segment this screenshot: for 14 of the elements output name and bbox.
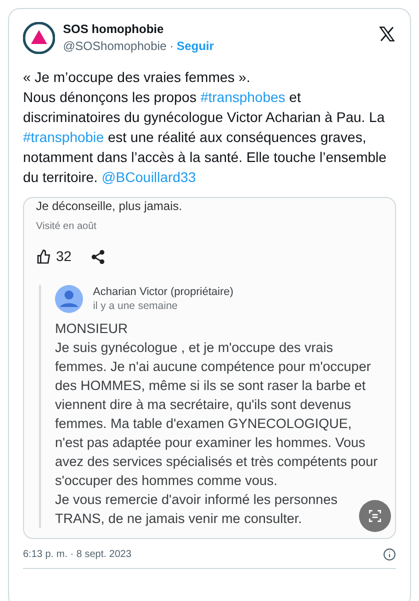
reply-text: MONSIEUR (55, 320, 129, 338)
author-name[interactable]: SOS homophobie (63, 21, 214, 38)
reply-author: Acharian Victor (propriétaire) (93, 285, 234, 299)
author-handle[interactable]: @SOShomophobie (63, 38, 167, 55)
timestamp[interactable]: 6:13 p. m. · 8 sept. 2023 (23, 547, 132, 562)
review-text: Je déconseille, plus jamais. (36, 199, 184, 213)
reply-text: Je vous remercie d'avoir informé les personnes TRANS, de ne jamais venir me consulter. (55, 491, 338, 528)
reply-time: il y a une semaine (93, 299, 179, 313)
tweet-text: Nous dénonçons les propos #transphobes et discriminatoires du gynécologue Victor Acharian à Pau. La #transphobie est une réalité aux conséquences graves, notamment dans l’accès à la santé. Elle touche l’ensemble du territoire. @BCouillard33 (23, 88, 388, 187)
separator: · (170, 38, 174, 55)
reply-text: Je suis gynécologue , et je m'occupe des vrais femmes. Je n'ai aucune compétence pour m'occuper des HOMMES, même si ils se sont raser la barbe et viennent dire à ma secrétaire, qu'ils sont devenus femmes. Ma table d'examen GYNECOLOGIQUE, n'est pas adaptée pour examiner les hommes. Vous avez des services spécialisés et très compétents pour s'occuper des hommes comme vous. (55, 339, 379, 490)
tweet-text: « Je m’occupe des vraies femmes ». (23, 68, 252, 87)
like-button[interactable]: 32 (36, 246, 72, 267)
visit-date: Visité en août (36, 220, 98, 234)
